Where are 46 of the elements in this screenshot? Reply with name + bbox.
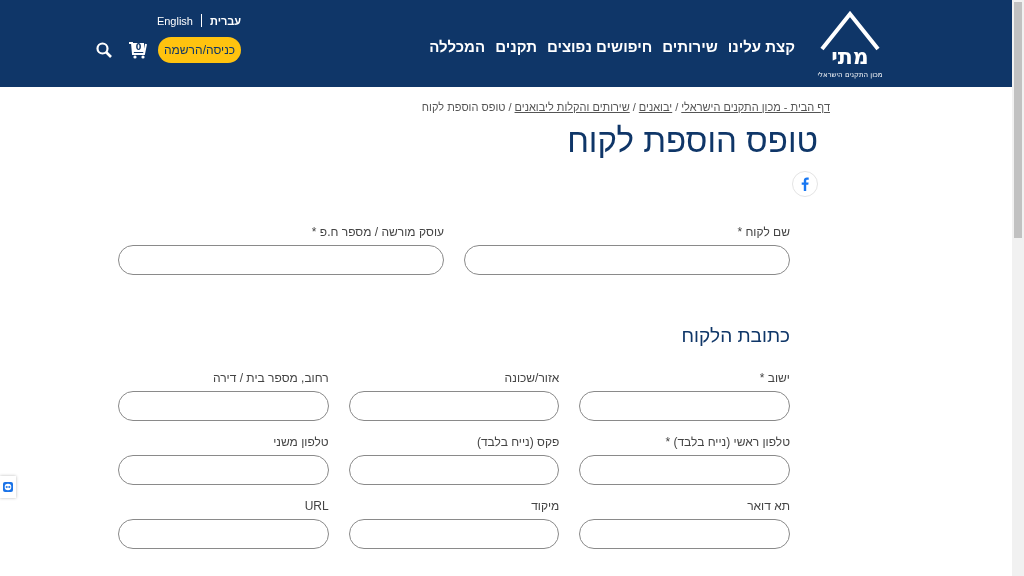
input-field[interactable] [118, 391, 329, 421]
cart-count: 0 [133, 43, 144, 52]
nav-link[interactable]: חיפושים נפוצים [546, 38, 653, 55]
input-field[interactable] [464, 245, 790, 275]
field-label: פקס (נייח בלבד) [475, 435, 560, 449]
language-link[interactable]: English [156, 14, 193, 27]
section-heading: כתובת הלקוח [680, 325, 790, 347]
input-field[interactable] [118, 455, 329, 485]
breadcrumb-link[interactable]: שירותים והקלות ליבואנים [514, 101, 630, 113]
input-field[interactable] [118, 519, 329, 549]
field-label: שם לקוח * [736, 225, 790, 239]
remote-support-icon[interactable] [0, 476, 16, 498]
cart-button[interactable]: 0 [128, 41, 148, 59]
field-label: מיקוד [530, 499, 560, 513]
breadcrumb-separator: / [508, 101, 512, 113]
breadcrumb-separator: / [632, 101, 636, 113]
login-button[interactable]: כניסה/הרשמה [158, 37, 242, 63]
field-label: רחוב, מספר בית / דירה [211, 371, 329, 385]
breadcrumb-link[interactable]: דף הבית - מכון התקנים הישראלי [681, 101, 830, 113]
nav-link[interactable]: המכללה [429, 38, 486, 55]
input-field[interactable] [579, 519, 790, 549]
page-title: טופס הוספת לקוח [566, 121, 818, 161]
field-label: טלפון משני [272, 435, 329, 449]
field-label: טלפון ראשי (נייח בלבד) * [664, 435, 790, 449]
facebook-icon[interactable] [792, 171, 818, 197]
input-field[interactable] [118, 245, 444, 275]
nav-link[interactable]: קצת עלינו [727, 38, 795, 55]
breadcrumb-current: טופס הוספת לקוח [421, 101, 506, 113]
nav-link[interactable]: תקנים [495, 38, 537, 55]
search-icon[interactable] [96, 42, 112, 58]
field-label: URL [303, 499, 329, 513]
field-label: עוסק מורשה / מספר ח.פ * [310, 225, 444, 239]
language-link[interactable]: עברית [210, 14, 242, 27]
scrollbar-thumb[interactable] [1014, 2, 1022, 238]
breadcrumb-separator: / [675, 101, 679, 113]
input-field[interactable] [348, 391, 560, 421]
field-label: תא דואר [746, 499, 790, 513]
input-field[interactable] [348, 519, 560, 549]
breadcrumb-link[interactable]: יבואנים [638, 101, 673, 113]
input-field[interactable] [348, 455, 560, 485]
field-label: אזור/שכונה [503, 371, 560, 385]
nav-link[interactable]: שירותים [662, 38, 718, 55]
field-label: ישוב * [758, 371, 790, 385]
input-field[interactable] [579, 391, 790, 421]
scrollbar[interactable] [1012, 0, 1024, 576]
input-field[interactable] [579, 455, 790, 485]
